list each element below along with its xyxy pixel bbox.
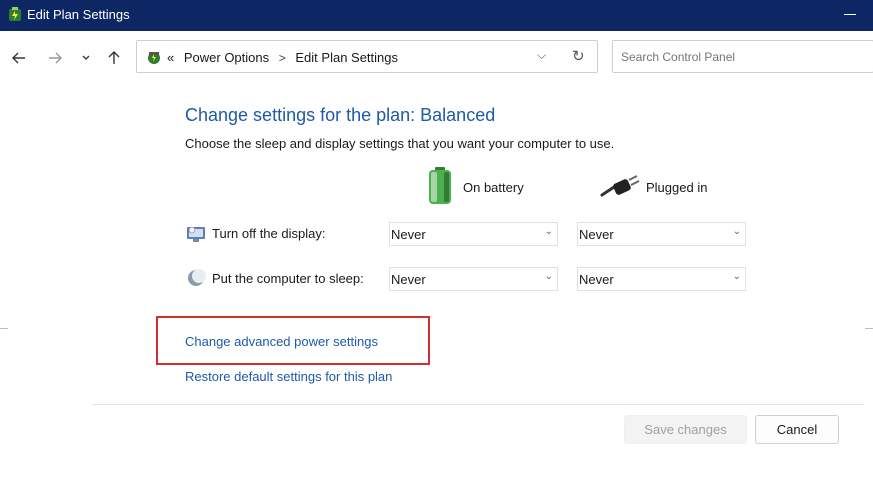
- power-plug-icon: [600, 175, 640, 197]
- power-options-icon: [9, 7, 21, 21]
- battery-icon: [429, 167, 451, 204]
- column-header-plugged-in: Plugged in: [646, 180, 708, 195]
- restore-default-settings-link[interactable]: Restore default settings for this plan: [185, 369, 392, 384]
- display-icon: [187, 226, 205, 242]
- arrow-up-icon: [108, 51, 120, 64]
- chevron-down-icon: ⌄: [544, 226, 553, 237]
- arrow-left-icon: [12, 52, 25, 64]
- selected-value: Never: [579, 227, 614, 242]
- display-plugged-select[interactable]: Never ⌄: [577, 222, 746, 246]
- refresh-icon[interactable]: ↻: [572, 47, 585, 65]
- chevron-down-icon: [82, 55, 90, 60]
- breadcrumb-separator[interactable]: >: [279, 51, 286, 65]
- back-button[interactable]: [9, 48, 29, 68]
- title-bar: Edit Plan Settings: [0, 0, 873, 31]
- row-label-put-computer-to-sleep: Put the computer to sleep:: [212, 271, 364, 286]
- cancel-button[interactable]: Cancel: [755, 415, 839, 444]
- sleep-plugged-select[interactable]: Never ⌄: [577, 267, 746, 291]
- page-title: Change settings for the plan: Balanced: [185, 105, 496, 125]
- address-dropdown-icon[interactable]: ⌵: [537, 48, 546, 63]
- up-button[interactable]: [104, 48, 124, 68]
- selected-value: Never: [391, 272, 426, 287]
- breadcrumb-edit-plan-settings[interactable]: Edit Plan Settings: [295, 50, 398, 65]
- sleep-battery-select[interactable]: Never ⌄: [389, 267, 558, 291]
- display-battery-select[interactable]: Never ⌄: [389, 222, 558, 246]
- forward-button[interactable]: [45, 48, 65, 68]
- selected-value: Never: [391, 227, 426, 242]
- selected-value: Never: [579, 272, 614, 287]
- recent-locations-button[interactable]: [76, 48, 96, 68]
- window-title: Edit Plan Settings: [27, 7, 130, 22]
- divider: [865, 328, 873, 329]
- change-advanced-power-settings-link[interactable]: Change advanced power settings: [185, 334, 378, 349]
- row-label-turn-off-display: Turn off the display:: [212, 226, 326, 241]
- divider: [0, 328, 8, 329]
- search-input[interactable]: [613, 41, 853, 72]
- breadcrumb-power-options[interactable]: Power Options: [184, 50, 269, 65]
- save-changes-button[interactable]: Save changes: [624, 415, 747, 444]
- page-subtitle: Choose the sleep and display settings th…: [185, 136, 615, 151]
- breadcrumb: « Power Options > Edit Plan Settings: [167, 50, 404, 65]
- address-bar[interactable]: « Power Options > Edit Plan Settings ⌵ ↻: [136, 40, 598, 73]
- chevron-down-icon: ⌄: [732, 226, 741, 237]
- chevron-down-icon: ⌄: [544, 271, 553, 282]
- search-box[interactable]: [612, 40, 873, 73]
- column-header-on-battery: On battery: [463, 180, 524, 195]
- sleep-moon-icon: [188, 269, 206, 286]
- divider: [92, 404, 864, 405]
- arrow-right-icon: [49, 52, 62, 64]
- power-options-icon: [148, 52, 160, 64]
- minimize-button[interactable]: [844, 14, 856, 15]
- chevron-down-icon: ⌄: [732, 271, 741, 282]
- breadcrumb-overflow[interactable]: «: [167, 50, 174, 65]
